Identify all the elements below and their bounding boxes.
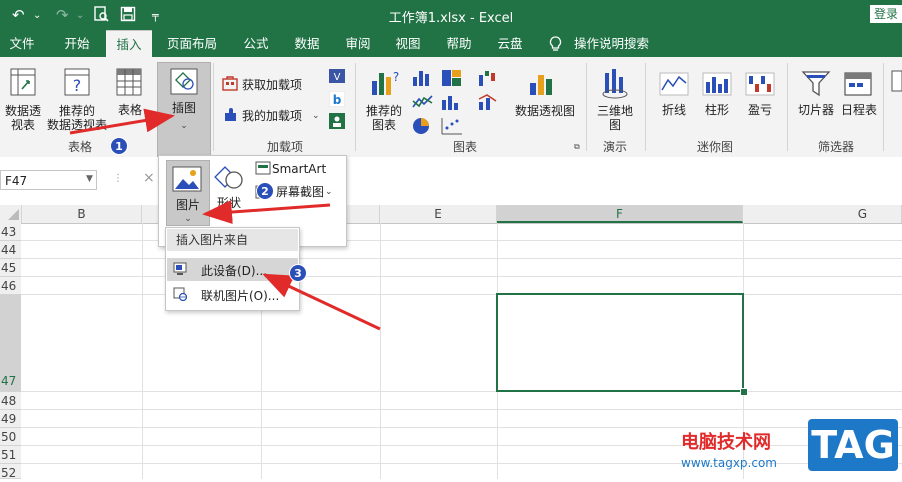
annotation-arrows-overlay — [69, 108, 381, 331]
step-badge-2: 2 — [256, 182, 274, 200]
annotation-arrow-1 — [69, 108, 175, 135]
annotation-arrow-3 — [262, 273, 381, 331]
step-badge-3: 3 — [289, 264, 307, 282]
watermark-url: www.tagxp.com — [681, 456, 777, 470]
watermark-site-name: 电脑技术网 — [681, 432, 771, 453]
annotation-arrow-2 — [202, 200, 331, 225]
step-badge-1: 1 — [110, 137, 128, 155]
watermark-logo: TAG — [808, 419, 898, 471]
